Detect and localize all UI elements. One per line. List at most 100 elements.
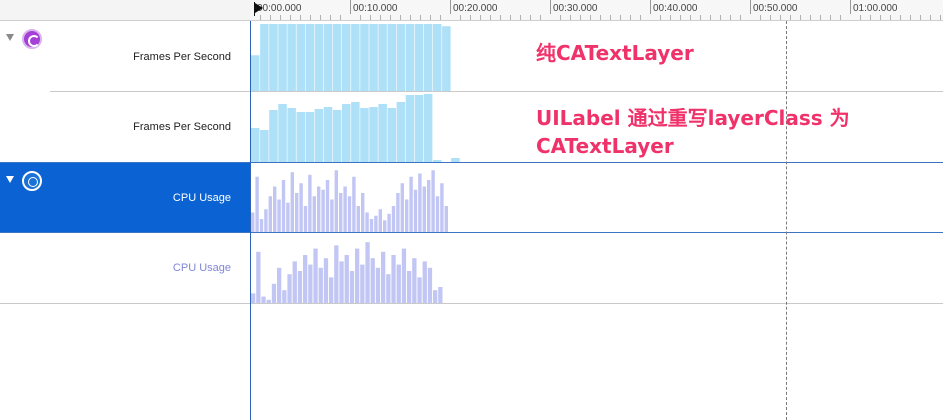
ruler-minor-tick — [830, 15, 831, 20]
ruler-major-tick — [650, 0, 651, 14]
chart-bar — [440, 183, 444, 232]
ruler-tick-label: 01:00.000 — [853, 3, 898, 14]
ruler-minor-tick — [490, 15, 491, 20]
chart-bar — [387, 24, 396, 91]
ruler-minor-tick — [280, 15, 281, 20]
chart-bar — [423, 24, 433, 91]
chart-bar — [251, 212, 255, 232]
chart-bar — [355, 248, 360, 303]
chart-bar — [360, 108, 369, 162]
chart-bar — [433, 24, 442, 91]
chart-bar — [308, 174, 312, 232]
time-ruler[interactable]: 00:00.000 00:10.000 00:20.000 00:30.000 … — [250, 0, 943, 21]
chart-bar — [400, 183, 404, 232]
chart-bar — [305, 112, 315, 162]
chart-bar — [264, 209, 268, 232]
chart-bar — [332, 24, 342, 91]
chart-bar — [277, 267, 282, 303]
chart-bar — [256, 251, 261, 303]
activity-monitor-icon[interactable] — [22, 171, 42, 191]
ruler-minor-tick — [940, 15, 941, 20]
chart-bar — [386, 274, 391, 303]
chart-bar — [323, 258, 329, 303]
cpu-graph-1[interactable] — [251, 163, 943, 232]
chart-bar — [370, 258, 375, 303]
chart-bar — [391, 255, 396, 303]
chart-bar — [296, 112, 305, 162]
ruler-minor-tick — [390, 15, 391, 20]
ruler-minor-tick — [400, 15, 401, 20]
ruler-tick-label: 00:00.000 — [257, 3, 302, 14]
chart-bar — [369, 24, 378, 91]
chart-bar — [281, 180, 286, 232]
ruler-minor-tick — [360, 15, 361, 20]
ruler-minor-tick — [610, 15, 611, 20]
chart-bar — [342, 104, 351, 162]
ruler-minor-tick — [790, 15, 791, 20]
ruler-minor-tick — [900, 15, 901, 20]
fps-track-label-1: Frames Per Second — [133, 51, 231, 63]
chart-bar — [314, 24, 324, 91]
ruler-minor-tick — [840, 15, 841, 20]
ruler-minor-tick — [730, 15, 731, 20]
chart-bar — [412, 258, 417, 303]
cpu-disclosure-triangle[interactable] — [6, 176, 14, 183]
ruler-minor-tick — [330, 15, 331, 20]
playhead-flag-icon[interactable] — [255, 3, 263, 13]
chart-bar — [287, 274, 292, 303]
ruler-minor-tick — [680, 15, 681, 20]
chart-bar — [255, 176, 259, 232]
chart-bar — [387, 108, 396, 162]
chart-bar — [396, 193, 400, 232]
ruler-minor-tick — [570, 15, 571, 20]
chart-bar — [405, 24, 415, 91]
chart-bar — [269, 110, 278, 162]
chart-bar — [451, 158, 460, 162]
ruler-minor-tick — [440, 15, 441, 20]
fps-disclosure-triangle[interactable] — [6, 34, 14, 41]
ruler-minor-tick — [710, 15, 711, 20]
chart-bar — [444, 206, 448, 232]
ruler-minor-tick — [600, 15, 601, 20]
ruler-minor-tick — [380, 15, 381, 20]
inspection-range-marker[interactable] — [786, 21, 787, 420]
ruler-tick-label: 00:50.000 — [753, 3, 798, 14]
ruler-minor-tick — [530, 15, 531, 20]
instrument-sidebar: Frames Per Second Frames Per Second CPU … — [0, 0, 250, 420]
sidebar-header — [0, 0, 250, 21]
chart-bar — [423, 94, 433, 162]
chart-bar — [352, 176, 356, 232]
chart-bar — [344, 255, 349, 303]
chart-bar — [314, 109, 324, 162]
chart-bar — [292, 261, 297, 303]
annotation-uilabel-line1: UILabel 通过重写layerClass 为 — [536, 106, 850, 130]
chart-bar — [396, 264, 401, 303]
ruler-minor-tick — [930, 15, 931, 20]
chart-bar — [303, 255, 308, 303]
chart-bar — [391, 206, 396, 232]
ruler-minor-tick — [410, 15, 411, 20]
chart-bar — [251, 55, 260, 91]
ruler-major-tick — [750, 0, 751, 14]
ruler-minor-tick — [560, 15, 561, 20]
ruler-minor-tick — [880, 15, 881, 20]
cpu-graph-2[interactable] — [251, 233, 943, 303]
chart-bar — [360, 24, 369, 91]
ruler-minor-tick — [480, 15, 481, 20]
chart-bar — [308, 264, 313, 303]
chart-bar — [296, 24, 305, 91]
chart-bar — [369, 107, 378, 162]
chart-bar — [266, 299, 271, 303]
chart-bar — [365, 212, 369, 232]
ruler-minor-tick — [760, 15, 761, 20]
cpu-track-label-1: CPU Usage — [172, 192, 231, 204]
ruler-tick-label: 00:20.000 — [453, 3, 498, 14]
chart-bar — [332, 110, 342, 162]
chart-bar — [351, 24, 360, 91]
core-animation-icon[interactable] — [22, 29, 42, 49]
chart-bar — [387, 213, 391, 232]
row-separator — [0, 303, 943, 304]
chart-bar — [303, 206, 308, 232]
chart-bar — [422, 261, 427, 303]
ruler-minor-tick — [500, 15, 501, 20]
